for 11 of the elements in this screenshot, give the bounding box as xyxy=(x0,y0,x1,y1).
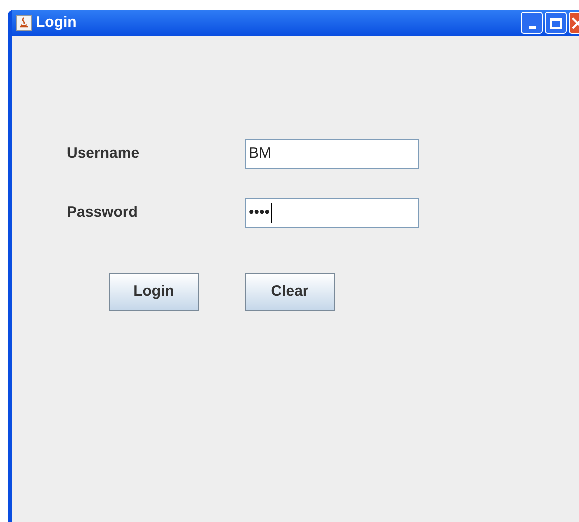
maximize-button[interactable] xyxy=(545,12,567,34)
window-title: Login xyxy=(36,12,77,33)
minimize-button[interactable] xyxy=(521,12,543,34)
field-label: Username xyxy=(67,144,141,164)
action-button[interactable]: Login xyxy=(109,273,199,311)
app-icon xyxy=(16,15,32,31)
password-field[interactable]: •••• xyxy=(245,198,419,228)
text-field[interactable]: BM xyxy=(245,139,419,169)
field-label: Password xyxy=(67,202,139,223)
close-button[interactable] xyxy=(569,12,579,34)
action-button[interactable]: Clear xyxy=(245,273,335,311)
